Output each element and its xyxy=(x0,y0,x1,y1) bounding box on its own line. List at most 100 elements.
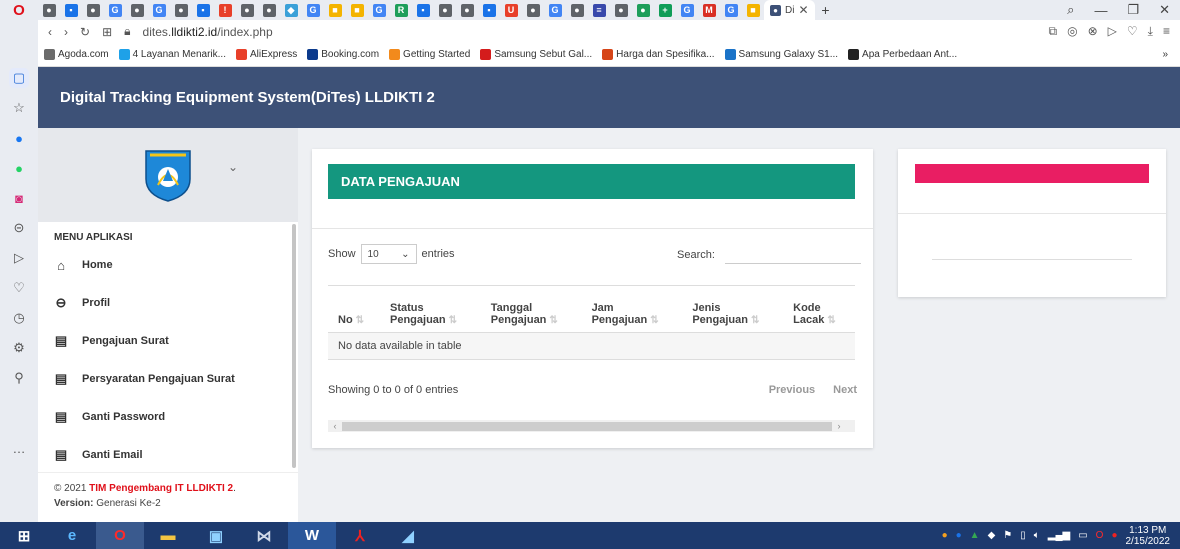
google-tab-icon[interactable]: G xyxy=(544,0,566,20)
column-header-status[interactable]: Status Pengajuan ⇅ xyxy=(380,285,481,333)
tab-favicon-icon[interactable]: ▪ xyxy=(60,0,82,20)
tab-favicon-icon[interactable]: ● xyxy=(38,0,60,20)
workspace-icon[interactable]: ▢ xyxy=(9,68,29,88)
google-tab-icon[interactable]: G xyxy=(676,0,698,20)
google-tab-icon[interactable]: G xyxy=(104,0,126,20)
opera-logo-icon[interactable]: O xyxy=(0,0,38,20)
opera-tray-icon[interactable]: O xyxy=(1096,530,1104,541)
tab-favicon-icon[interactable]: ! xyxy=(214,0,236,20)
close-window-icon[interactable]: ✕ xyxy=(1159,2,1170,18)
network-flag-icon[interactable]: ⚑ xyxy=(1003,530,1012,541)
google-tab-icon[interactable]: G xyxy=(148,0,170,20)
settings-icon[interactable]: ⚙ xyxy=(9,338,29,358)
adblock-icon[interactable]: ⊗ xyxy=(1088,24,1098,39)
tab-favicon-icon[interactable]: ● xyxy=(522,0,544,20)
notes-app-icon[interactable]: ◢ xyxy=(384,522,432,549)
forward-icon[interactable]: › xyxy=(64,25,68,39)
sidebar-scrollbar[interactable] xyxy=(292,224,296,468)
camera-icon[interactable]: ◎ xyxy=(1067,24,1077,39)
tab-favicon-icon[interactable]: ● xyxy=(236,0,258,20)
snapshot-icon[interactable]: ⧉ xyxy=(1049,24,1058,39)
entries-select[interactable]: 10 ⌄ xyxy=(360,244,417,264)
more-icon[interactable]: … xyxy=(9,438,29,458)
tab-favicon-icon[interactable]: ▪ xyxy=(412,0,434,20)
send-icon[interactable]: ▷ xyxy=(1108,24,1117,39)
bookmark-item[interactable]: Harga dan Spesifika... xyxy=(602,49,715,60)
battery-icon[interactable]: ▯ xyxy=(1020,530,1026,541)
bookmark-item[interactable]: Getting Started xyxy=(389,49,470,60)
tab-favicon-icon[interactable]: U xyxy=(500,0,522,20)
minimize-icon[interactable]: — xyxy=(1094,3,1107,18)
history-icon[interactable]: ◷ xyxy=(9,308,29,328)
active-tab[interactable]: ● Di ✕ xyxy=(764,0,815,20)
column-header-no[interactable]: No ⇅ xyxy=(328,285,380,333)
column-header-jenis[interactable]: Jenis Pengajuan ⇅ xyxy=(682,285,784,333)
bookmark-item[interactable]: Apa Perbedaan Ant... xyxy=(848,49,957,60)
tab-favicon-icon[interactable]: ● xyxy=(126,0,148,20)
heart-icon[interactable]: ♡ xyxy=(1127,24,1138,39)
messaging-icon[interactable]: ⋈ xyxy=(240,522,288,549)
column-header-tanggal[interactable]: Tanggal Pengajuan ⇅ xyxy=(480,285,582,333)
tab-favicon-icon[interactable]: ▪ xyxy=(478,0,500,20)
scroll-right-icon[interactable]: › xyxy=(832,421,846,431)
signal-icon[interactable]: ▂▄▆ xyxy=(1048,530,1070,541)
search-tabs-icon[interactable]: ⌕ xyxy=(1067,2,1074,18)
scrollbar-thumb[interactable] xyxy=(342,421,832,431)
back-icon[interactable]: ‹ xyxy=(48,25,52,39)
tab-favicon-icon[interactable]: ● xyxy=(258,0,280,20)
bookmark-item[interactable]: Samsung Sebut Gal... xyxy=(480,49,592,60)
file-explorer-icon[interactable]: ▬ xyxy=(144,522,192,549)
new-tab-icon[interactable]: + xyxy=(815,0,837,20)
more-bookmarks-icon[interactable]: » xyxy=(1162,49,1180,60)
tab-favicon-icon[interactable]: ● xyxy=(566,0,588,20)
tab-favicon-icon[interactable]: ● xyxy=(82,0,104,20)
chevron-down-icon[interactable]: ⌄ xyxy=(228,160,238,174)
sidebar-item-persyaratan[interactable]: ▤ Persyaratan Pengajuan Surat xyxy=(38,360,298,398)
keyboard-icon[interactable]: ▭ xyxy=(1078,530,1087,541)
tab-favicon-icon[interactable]: ■ xyxy=(324,0,346,20)
google-drive-icon[interactable]: ▲ xyxy=(970,530,980,541)
speed-dial-icon[interactable]: ⊞ xyxy=(102,25,112,39)
word-icon[interactable]: W xyxy=(288,522,336,549)
previous-button[interactable]: Previous xyxy=(769,384,815,396)
opera-app-icon[interactable]: O xyxy=(96,522,144,549)
easy-setup-icon[interactable]: ≡ xyxy=(1163,24,1170,39)
player-icon[interactable]: ⊝ xyxy=(9,218,29,238)
url-field[interactable]: dites.lldikti2.id/index.php xyxy=(143,25,273,39)
tab-favicon-icon[interactable]: ≡ xyxy=(588,0,610,20)
antivirus-icon[interactable]: ● xyxy=(1111,530,1117,541)
star-icon[interactable]: ☆ xyxy=(9,98,29,118)
instagram-icon[interactable]: ◙ xyxy=(9,188,29,208)
google-tab-icon[interactable]: G xyxy=(302,0,324,20)
tab-favicon-icon[interactable]: ● xyxy=(170,0,192,20)
horizontal-scrollbar[interactable]: ‹ › xyxy=(328,420,855,432)
tab-favicon-icon[interactable]: ● xyxy=(456,0,478,20)
media-center-icon[interactable]: ▣ xyxy=(192,522,240,549)
system-clock[interactable]: 1:13 PM 2/15/2022 xyxy=(1126,525,1171,547)
pdf-reader-icon[interactable]: ⅄ xyxy=(336,522,384,549)
tray-app-icon[interactable]: ◆ xyxy=(988,530,996,541)
search-input[interactable] xyxy=(724,246,861,264)
tab-favicon-icon[interactable]: ● xyxy=(632,0,654,20)
tab-favicon-icon[interactable]: ■ xyxy=(742,0,764,20)
volume-icon[interactable]: 🔈︎ xyxy=(1034,530,1040,541)
messenger-icon[interactable]: ● xyxy=(9,128,29,148)
heart-icon[interactable]: ♡ xyxy=(9,278,29,298)
team-link[interactable]: TIM Pengembang IT LLDIKTI 2 xyxy=(89,483,233,494)
google-tab-icon[interactable]: G xyxy=(720,0,742,20)
tab-favicon-icon[interactable]: ● xyxy=(610,0,632,20)
tab-favicon-icon[interactable]: ● xyxy=(434,0,456,20)
tab-favicon-icon[interactable]: ◆ xyxy=(280,0,302,20)
windows-start-icon[interactable]: ⊞ xyxy=(0,522,48,549)
internet-explorer-icon[interactable]: e xyxy=(48,522,96,549)
tray-app-icon[interactable]: ● xyxy=(942,530,948,541)
tab-favicon-icon[interactable]: R xyxy=(390,0,412,20)
tray-app-icon[interactable]: ● xyxy=(956,530,962,541)
tab-favicon-icon[interactable]: ▪ xyxy=(192,0,214,20)
flow-icon[interactable]: ▷ xyxy=(9,248,29,268)
next-button[interactable]: Next xyxy=(833,384,857,396)
google-tab-icon[interactable]: G xyxy=(368,0,390,20)
lightbulb-icon[interactable]: ⚲ xyxy=(9,368,29,388)
reload-icon[interactable]: ↻ xyxy=(80,25,90,39)
sidebar-item-home[interactable]: ⌂ Home xyxy=(38,246,298,284)
